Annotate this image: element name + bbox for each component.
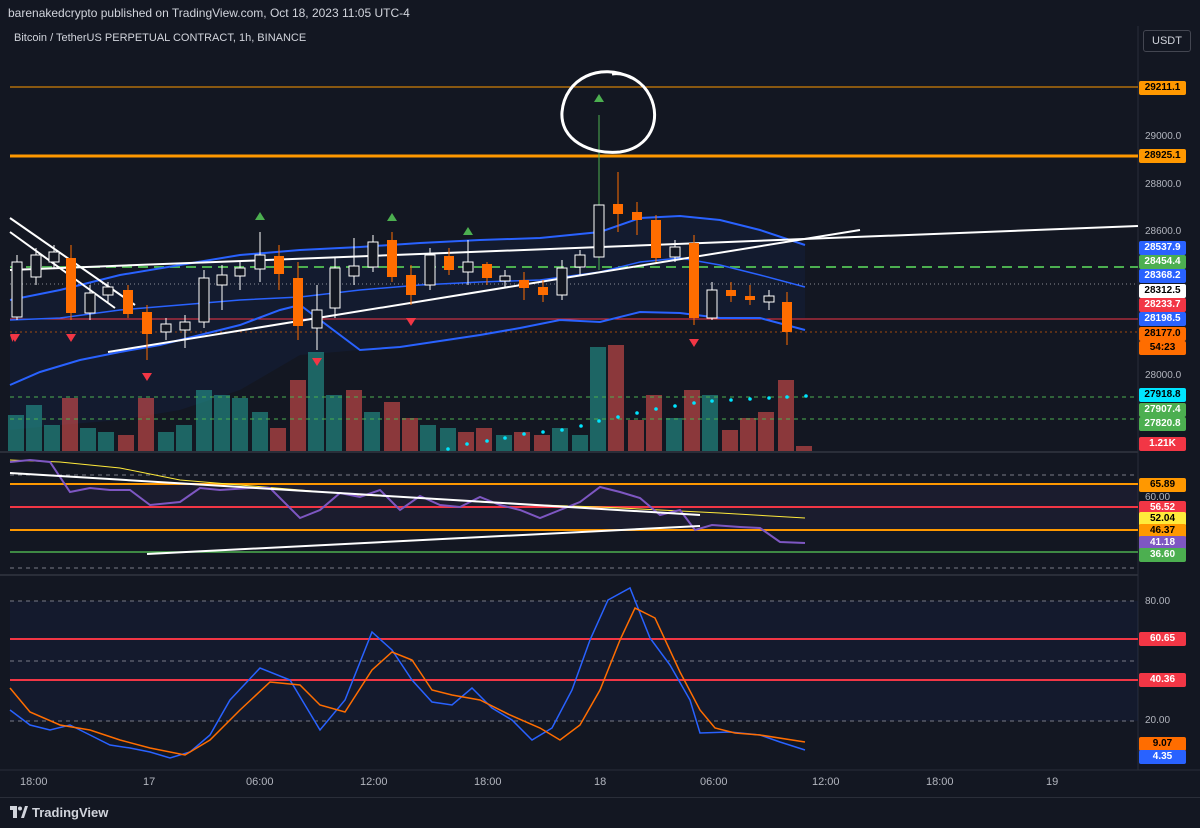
time-tick: 12:00 [360, 776, 388, 788]
stoch-tick: 20.00 [1145, 715, 1171, 726]
price-label: 27820.8 [1139, 417, 1186, 431]
time-tick: 12:00 [812, 776, 840, 788]
rsi-label: 65.89 [1139, 478, 1186, 492]
time-tick: 18:00 [474, 776, 502, 788]
symbol-title: Bitcoin / TetherUS PERPETUAL CONTRACT, 1… [14, 32, 307, 44]
tradingview-icon [10, 806, 28, 818]
price-label: 28198.5 [1139, 312, 1186, 326]
time-tick: 17 [143, 776, 156, 788]
brand-name: TradingView [32, 805, 109, 820]
stoch-label: 9.07 [1139, 737, 1186, 751]
price-label: 27918.8 [1139, 388, 1186, 402]
price-tick: 28800.0 [1145, 179, 1182, 190]
price-label: 28312.5 [1139, 284, 1186, 298]
price-tick: 29000.0 [1145, 131, 1182, 142]
chart-area[interactable]: Bitcoin / TetherUS PERPETUAL CONTRACT, 1… [0, 26, 1200, 797]
time-tick: 06:00 [700, 776, 728, 788]
time-tick: 18 [594, 776, 607, 788]
price-tick: 28000.0 [1145, 370, 1182, 381]
price-label: 28537.9 [1139, 241, 1186, 255]
price-label: 28233.7 [1139, 298, 1186, 312]
price-label: 28177.0 [1139, 327, 1186, 341]
price-label: 28368.2 [1139, 269, 1186, 283]
price-label: 29211.1 [1139, 81, 1186, 95]
time-tick: 19 [1046, 776, 1059, 788]
time-tick: 18:00 [926, 776, 954, 788]
currency-selector-button[interactable]: USDT [1143, 30, 1191, 52]
price-label: 28925.1 [1139, 149, 1186, 163]
stoch-label: 4.35 [1139, 750, 1186, 764]
chart-canvas[interactable] [0, 26, 1200, 797]
stoch-label: 60.65 [1139, 632, 1186, 646]
volume-label: 1.21K [1139, 437, 1186, 451]
rsi-label: 36.60 [1139, 548, 1186, 562]
stoch-label: 40.36 [1139, 673, 1186, 687]
price-tick: 28600.0 [1145, 226, 1182, 237]
publisher-line: barenakedcrypto published on TradingView… [8, 6, 410, 20]
stoch-tick: 80.00 [1145, 596, 1171, 607]
hand-drawn-circle [560, 70, 656, 154]
footer-bar: TradingView [0, 797, 1200, 828]
countdown-label: 54:23 [1139, 341, 1186, 355]
publisher-bar: barenakedcrypto published on TradingView… [0, 0, 1200, 27]
time-tick: 18:00 [20, 776, 48, 788]
tradingview-logo[interactable]: TradingView [10, 805, 108, 820]
price-label: 28454.4 [1139, 255, 1186, 269]
price-label: 27907.4 [1139, 403, 1186, 417]
time-tick: 06:00 [246, 776, 274, 788]
